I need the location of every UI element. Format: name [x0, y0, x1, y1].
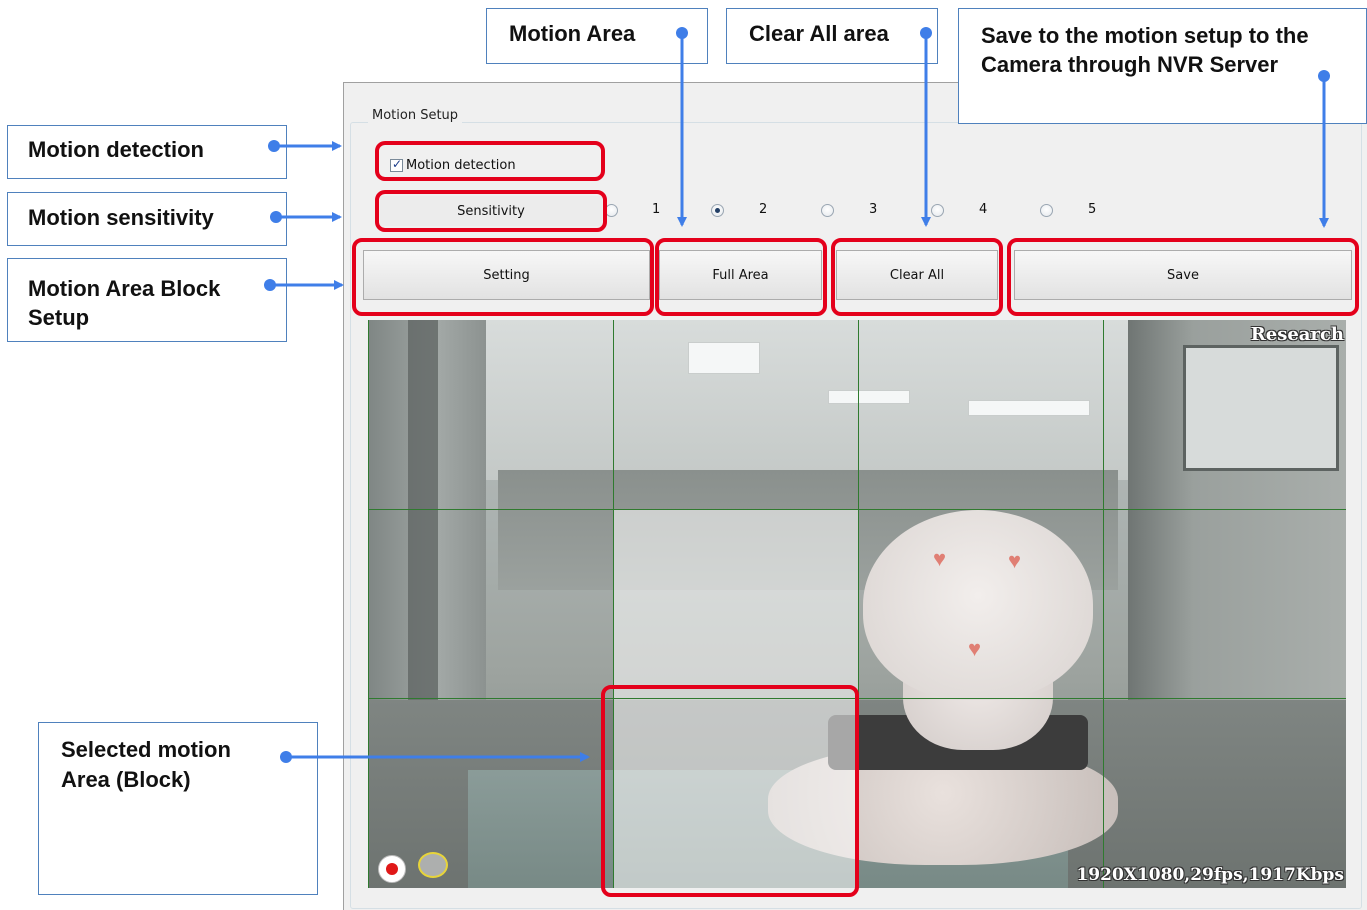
callout-motion-sensitivity: Motion sensitivity	[7, 192, 287, 246]
motion-grid-line	[613, 320, 614, 888]
sensitivity-radio-3[interactable]	[821, 204, 834, 217]
callout-save-setup: Save to the motion setup to the Camera t…	[958, 8, 1367, 124]
scene-ceiling-light	[688, 342, 760, 374]
scene-window	[1183, 345, 1339, 471]
callout-block-setup: Motion Area Block Setup	[7, 258, 287, 342]
callout-motion-area-text: Motion Area	[509, 21, 636, 46]
heart-eye-icon: ♥	[1008, 548, 1022, 573]
save-button[interactable]: Save	[1014, 250, 1352, 300]
callout-selected-area-text: Selected motion Area (Block)	[61, 737, 231, 792]
camera-view[interactable]: ♥ ♥ ♥ Research 1920X1080,29fps,1917Kbps	[368, 320, 1346, 888]
sensitivity-option-5: 5	[1088, 202, 1097, 217]
motion-detection-checkbox[interactable]	[390, 157, 403, 172]
camera-name: Research	[1250, 324, 1344, 345]
callout-block-setup-text: Motion Area Block Setup	[28, 276, 221, 330]
sensitivity-option-1: 1	[652, 202, 661, 217]
clear-all-button[interactable]: Clear All	[836, 250, 998, 300]
motion-grid-line	[368, 509, 1346, 510]
callout-motion-sensitivity-text: Motion sensitivity	[28, 205, 214, 230]
speaker-icon[interactable]	[418, 852, 448, 878]
motion-grid-line	[1103, 320, 1104, 888]
callout-clear-all-area: Clear All area	[726, 8, 938, 64]
sensitivity-radio-1[interactable]	[605, 204, 618, 217]
selected-motion-block	[614, 510, 858, 888]
scene-ceiling-light	[828, 390, 910, 404]
callout-motion-detection: Motion detection	[7, 125, 287, 179]
callout-motion-area: Motion Area	[486, 8, 708, 64]
camera-stream-stats: 1920X1080,29fps,1917Kbps	[1076, 865, 1344, 885]
callout-clear-all-area-text: Clear All area	[749, 21, 889, 46]
scene-ceiling-light	[968, 400, 1090, 416]
heart-icon: ♥	[968, 636, 982, 661]
callout-motion-detection-text: Motion detection	[28, 137, 204, 162]
sensitivity-option-3: 3	[869, 202, 878, 217]
motion-grid-line	[368, 320, 369, 888]
sensitivity-radio-2[interactable]	[711, 204, 724, 217]
motion-grid-line	[368, 698, 1346, 699]
setting-button[interactable]: Setting	[363, 250, 650, 300]
sensitivity-label: Sensitivity	[380, 196, 602, 226]
motion-detection-label: Motion detection	[406, 158, 516, 173]
record-icon[interactable]	[378, 855, 406, 883]
sensitivity-option-2: 2	[759, 202, 768, 217]
sensitivity-option-4: 4	[979, 202, 988, 217]
sensitivity-radio-5[interactable]	[1040, 204, 1053, 217]
motion-grid-line	[858, 320, 859, 888]
heart-eye-icon: ♥	[933, 546, 947, 571]
scene-toy-head	[863, 510, 1093, 700]
group-title: Motion Setup	[368, 108, 463, 123]
sensitivity-radio-4[interactable]	[931, 204, 944, 217]
full-area-button[interactable]: Full Area	[659, 250, 822, 300]
motion-detection-checkbox-row[interactable]: Motion detection	[390, 157, 516, 173]
callout-selected-area: Selected motion Area (Block)	[38, 722, 318, 895]
callout-save-setup-text: Save to the motion setup to the Camera t…	[981, 23, 1309, 77]
